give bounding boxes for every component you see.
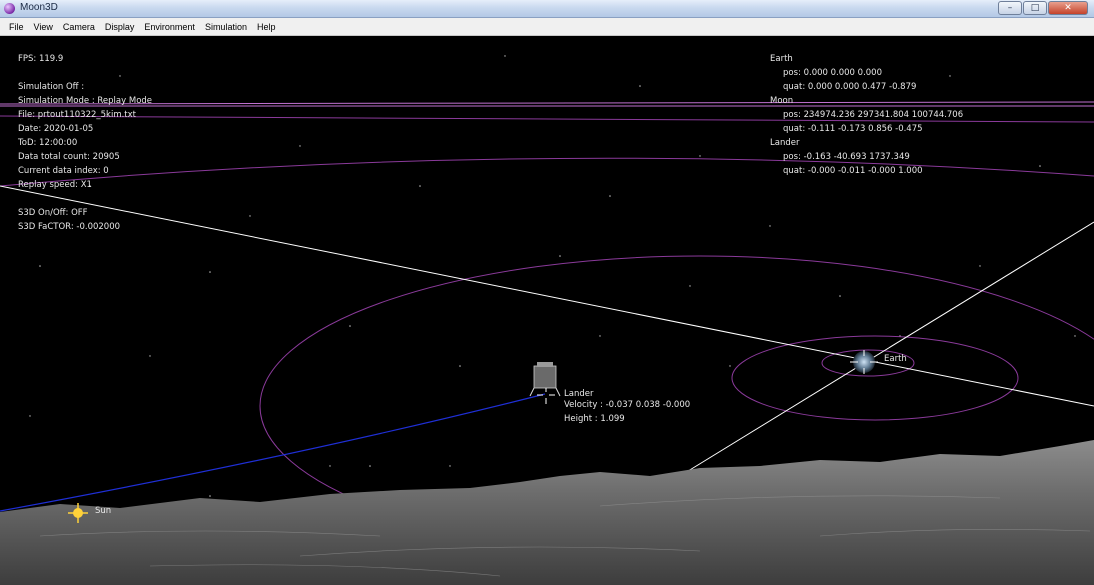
window-title: Moon3D bbox=[20, 2, 58, 13]
current-data-index: Current data index: 0 bbox=[18, 166, 109, 176]
date-readout: Date: 2020-01-05 bbox=[18, 124, 94, 134]
moon-pos: pos: 234974.236 297341.804 100744.706 bbox=[783, 110, 964, 120]
menu-view[interactable]: View bbox=[29, 22, 58, 32]
moon-surface bbox=[0, 440, 1094, 585]
lander-title: Lander bbox=[770, 138, 800, 148]
earth-pos: pos: 0.000 0.000 0.000 bbox=[783, 68, 882, 78]
moon-app-icon bbox=[4, 3, 15, 14]
earth-marker-icon bbox=[850, 350, 878, 374]
lander-height: Height : 1.099 bbox=[564, 414, 625, 424]
replay-speed: Replay speed: X1 bbox=[18, 180, 92, 190]
earth-quat: quat: 0.000 0.000 0.477 -0.879 bbox=[783, 82, 917, 92]
maximize-button[interactable]: □ bbox=[1023, 1, 1047, 15]
menu-environment[interactable]: Environment bbox=[139, 22, 200, 32]
menu-camera[interactable]: Camera bbox=[58, 22, 100, 32]
minimize-button[interactable]: – bbox=[998, 1, 1022, 15]
lander-crosshair-icon bbox=[537, 388, 555, 404]
data-total-count: Data total count: 20905 bbox=[18, 152, 120, 162]
hud-right-panel: Earth pos: 0.000 0.000 0.000 quat: 0.000 0… bbox=[770, 52, 963, 178]
window-controls: – □ ✕ bbox=[998, 1, 1088, 15]
simulation-mode: Simulation Mode : Replay Mode bbox=[18, 96, 153, 106]
file-name: File: prtout110322_5kim.txt bbox=[18, 110, 136, 120]
moon-title: Moon bbox=[770, 96, 794, 106]
s3d-toggle-status: S3D On/Off: OFF bbox=[18, 208, 88, 218]
menu-simulation[interactable]: Simulation bbox=[200, 22, 252, 32]
tod-readout: ToD: 12:00:00 bbox=[18, 138, 78, 148]
simulation-status: Simulation Off : bbox=[18, 82, 85, 92]
title-bar: Moon3D – □ ✕ bbox=[0, 0, 1094, 18]
earth-label: Earth bbox=[884, 354, 907, 364]
sun-label: Sun bbox=[95, 506, 112, 516]
lander-velocity: Velocity : -0.037 0.038 -0.000 bbox=[564, 400, 691, 410]
3d-viewport[interactable]: FPS: 119.9 Simulation Off : Simulation Mod… bbox=[0, 36, 1094, 585]
menu-file[interactable]: File bbox=[4, 22, 29, 32]
lander-label: Lander bbox=[564, 389, 594, 399]
lander-quat: quat: -0.000 -0.011 -0.000 1.000 bbox=[783, 166, 923, 176]
fps-readout: FPS: 119.9 bbox=[18, 54, 64, 64]
menu-bar: File View Camera Display Environment Sim… bbox=[0, 18, 1094, 36]
lander-pos: pos: -0.163 -40.693 1737.349 bbox=[783, 152, 910, 162]
close-button[interactable]: ✕ bbox=[1048, 1, 1088, 15]
moon-quat: quat: -0.111 -0.173 0.856 -0.475 bbox=[783, 124, 923, 134]
menu-display[interactable]: Display bbox=[100, 22, 140, 32]
menu-help[interactable]: Help bbox=[252, 22, 281, 32]
earth-title: Earth bbox=[770, 54, 793, 64]
hud-left-panel: FPS: 119.9 Simulation Off : Simulation Mod… bbox=[18, 52, 152, 234]
lander-model bbox=[529, 362, 561, 397]
s3d-factor: S3D FaCTOR: -0.002000 bbox=[18, 222, 121, 232]
